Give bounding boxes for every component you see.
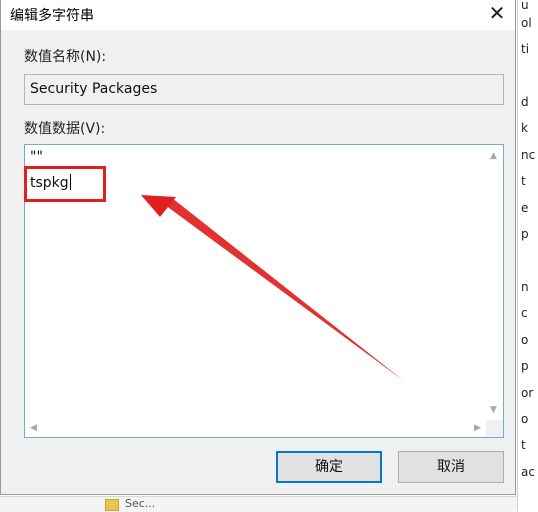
- scroll-down-icon[interactable]: ▼: [490, 405, 497, 415]
- background-text-fragment: or: [521, 386, 534, 400]
- value-name-text: Security Packages: [30, 81, 158, 97]
- background-text-fragment: c: [521, 306, 528, 320]
- background-text-fragment: n: [521, 280, 529, 294]
- dialog-title: 编辑多字符串: [10, 8, 94, 24]
- background-window-strip: u ol ti d k nc t e p n c o p or o t ac: [517, 0, 538, 511]
- edit-multi-string-dialog: 编辑多字符串 ✕ 数值名称(N): Security Packages 数值数据…: [0, 0, 516, 495]
- data-line: "": [30, 149, 43, 165]
- value-name-label: 数值名称(N):: [24, 49, 107, 65]
- scroll-up-icon[interactable]: ▲: [490, 151, 497, 161]
- vertical-scrollbar[interactable]: ▲ ▼: [486, 145, 503, 421]
- horizontal-scrollbar[interactable]: ◀ ▶: [25, 420, 486, 437]
- value-data-label: 数值数据(V):: [24, 121, 106, 137]
- folder-icon: [105, 499, 119, 511]
- scrollbar-corner: [486, 420, 503, 437]
- highlight-box: [24, 166, 106, 202]
- value-name-field[interactable]: Security Packages: [24, 74, 504, 105]
- background-text-fragment: ol: [521, 16, 532, 30]
- background-text-fragment: u: [521, 0, 529, 12]
- background-text-fragment: e: [521, 201, 529, 215]
- cancel-button[interactable]: 取消: [398, 451, 504, 483]
- background-text-fragment: p: [521, 359, 529, 373]
- title-bar: 编辑多字符串 ✕: [1, 0, 515, 30]
- background-text-fragment: ac: [521, 465, 535, 479]
- ok-button[interactable]: 确定: [276, 451, 382, 483]
- background-text-fragment: d: [521, 95, 529, 109]
- background-text-fragment: t: [521, 438, 526, 452]
- scroll-left-icon[interactable]: ◀: [30, 423, 37, 433]
- background-text-fragment: ti: [521, 42, 530, 56]
- scroll-right-icon[interactable]: ▶: [474, 423, 481, 433]
- background-text-fragment: t: [521, 174, 526, 188]
- background-text-fragment: o: [521, 333, 529, 347]
- background-list-text: Sec...: [125, 497, 156, 510]
- background-text-fragment: p: [521, 227, 529, 241]
- background-list-row: Sec...: [0, 496, 517, 512]
- close-icon[interactable]: ✕: [479, 0, 515, 28]
- background-text-fragment: k: [521, 121, 528, 135]
- background-text-fragment: nc: [521, 148, 536, 162]
- background-text-fragment: o: [521, 412, 529, 426]
